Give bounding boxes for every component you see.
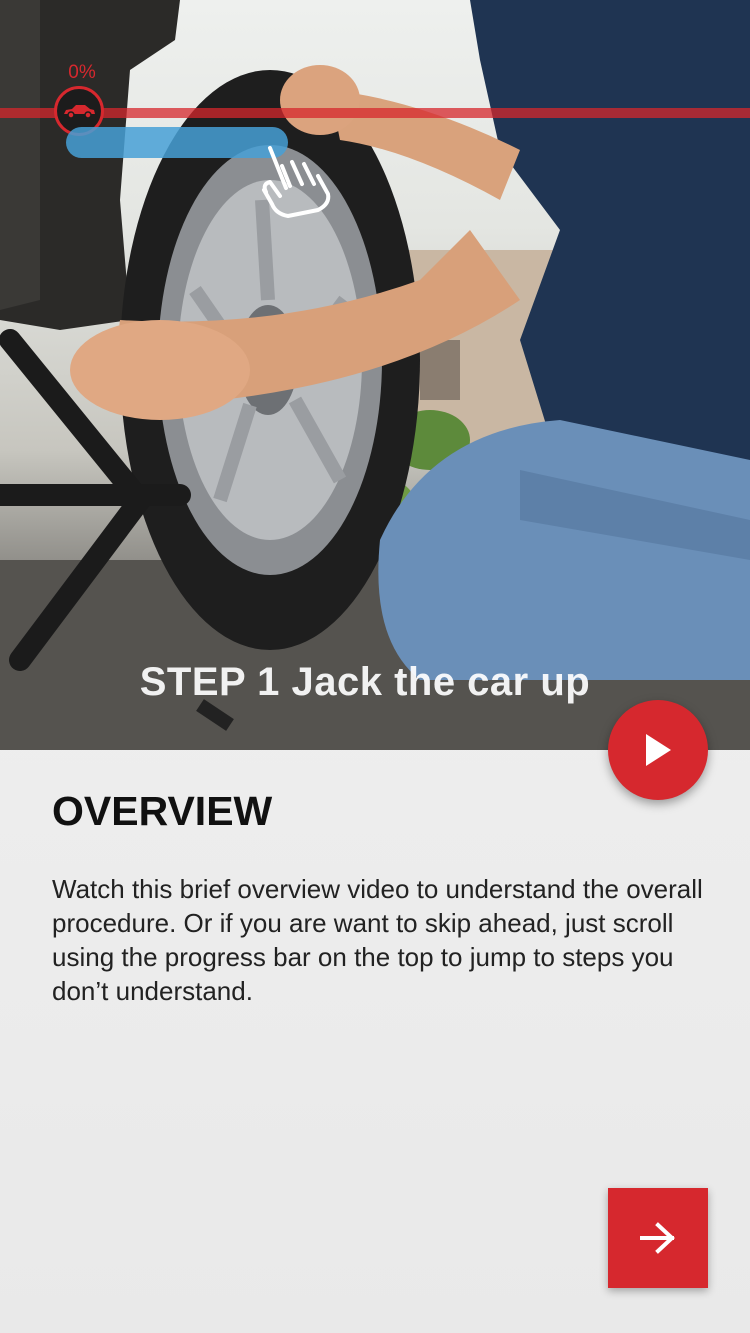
- hand-swipe-icon: [262, 146, 331, 218]
- progress-percent: 0%: [68, 62, 96, 83]
- progress-track[interactable]: [0, 108, 750, 118]
- play-button[interactable]: [608, 700, 708, 800]
- hero-photo: 0% STEP 1 Jack the car up: [0, 0, 750, 750]
- next-button[interactable]: [608, 1188, 708, 1288]
- car-icon: [64, 105, 95, 119]
- overview-description: Watch this brief overview video to under…: [52, 874, 703, 1006]
- arrow-right-icon: [640, 1222, 675, 1254]
- overview-title: OVERVIEW: [52, 788, 273, 834]
- scrub-hint-bar: [66, 127, 288, 158]
- step-caption: STEP 1 Jack the car up: [139, 660, 591, 704]
- play-icon: [646, 734, 671, 766]
